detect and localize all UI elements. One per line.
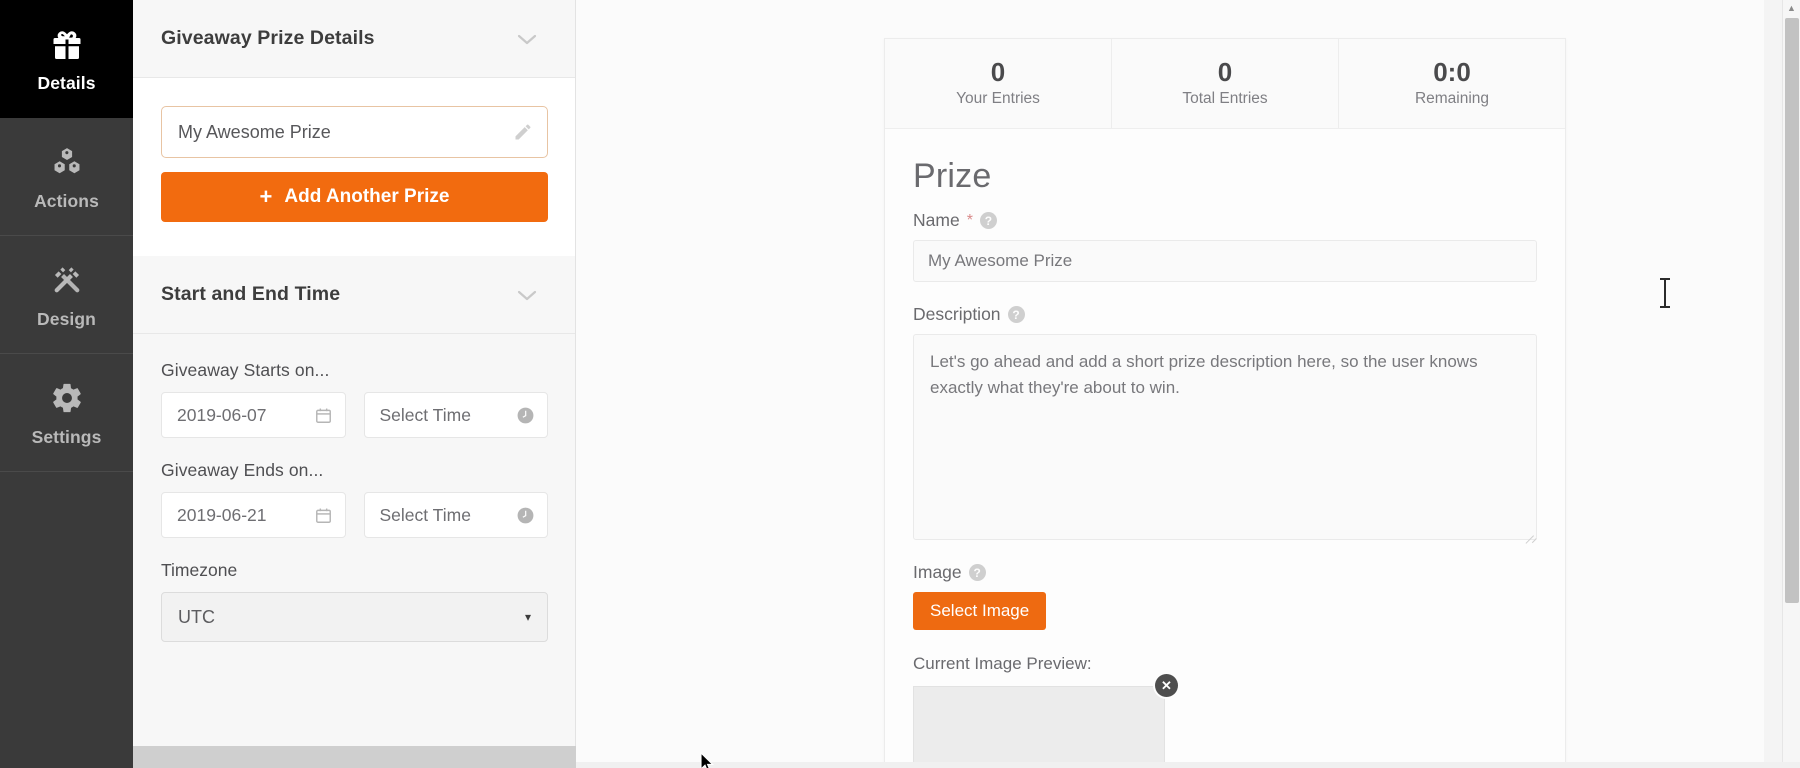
section-header-prize-details[interactable]: Giveaway Prize Details	[133, 0, 575, 78]
prize-name-input[interactable]: My Awesome Prize	[161, 106, 548, 158]
sidebar-item-label: Actions	[34, 190, 99, 211]
description-label-text: Description	[913, 304, 1001, 324]
end-time-input[interactable]: Select Time	[363, 492, 548, 538]
help-icon[interactable]: ?	[968, 564, 986, 581]
settings-panel-inner: Giveaway Prize Details My Awesome Prize	[133, 0, 575, 672]
giveaway-preview-card: 0 Your Entries 0 Total Entries 0:0 Remai…	[884, 38, 1566, 768]
sidebar-item-label: Design	[37, 308, 96, 329]
panel-bottom-strip	[133, 746, 576, 768]
current-image-preview: ✕	[913, 674, 1178, 768]
edit-pencil-icon[interactable]	[513, 122, 533, 142]
mouse-cursor-icon	[700, 752, 714, 768]
giveaway-ends-label: Giveaway Ends on...	[161, 460, 324, 480]
giveaway-starts-label: Giveaway Starts on...	[161, 360, 330, 380]
chevron-down-icon[interactable]	[516, 288, 538, 302]
counter-value: 0	[990, 57, 1006, 87]
description-field-label: Description ?	[913, 304, 1537, 325]
prize-form: Prize Name * ? My Awesome Prize Descript…	[885, 129, 1565, 768]
calendar-icon[interactable]	[314, 406, 333, 425]
end-time-placeholder: Select Time	[379, 504, 471, 525]
select-image-button[interactable]: Select Image	[913, 592, 1047, 630]
plus-icon: +	[259, 184, 273, 209]
counter-your-entries: 0 Your Entries	[885, 39, 1111, 128]
end-date-value: 2019-06-21	[177, 504, 267, 525]
rail-filler	[0, 472, 133, 768]
counter-caption: Total Entries	[1182, 90, 1268, 107]
add-another-prize-button[interactable]: + Add Another Prize	[161, 172, 548, 222]
gear-icon	[47, 378, 87, 418]
sidebar-item-details[interactable]: Details	[0, 0, 133, 118]
section-title: Giveaway Prize Details	[161, 27, 375, 49]
start-time-input[interactable]: Select Time	[363, 392, 548, 438]
tools-icon	[47, 260, 87, 300]
sidebar-item-settings[interactable]: Settings	[0, 354, 133, 472]
page-scrollbar[interactable]: ▲	[1782, 0, 1800, 768]
help-icon[interactable]: ?	[1007, 306, 1025, 323]
add-another-prize-label: Add Another Prize	[284, 186, 450, 207]
counter-value: 0	[1217, 57, 1233, 87]
timezone-label: Timezone	[161, 560, 238, 580]
page-bottom-strip	[576, 762, 1800, 768]
sidebar-item-label: Settings	[31, 426, 102, 447]
textarea-resize-handle[interactable]	[1522, 525, 1534, 537]
counter-total-entries: 0 Total Entries	[1111, 39, 1338, 128]
caret-down-icon: ▾	[524, 610, 531, 624]
scroll-up-arrow-icon[interactable]: ▲	[1783, 0, 1800, 16]
section-body-prize-details: My Awesome Prize + Add Another Prize	[133, 78, 575, 256]
start-date-input[interactable]: 2019-06-07	[161, 392, 346, 438]
chevron-down-icon[interactable]	[516, 32, 538, 46]
settings-panel: Giveaway Prize Details My Awesome Prize	[133, 0, 576, 768]
prize-name-field[interactable]: My Awesome Prize	[913, 240, 1537, 282]
remove-image-icon[interactable]: ✕	[1155, 674, 1178, 697]
start-date-value: 2019-06-07	[177, 404, 267, 425]
end-datetime-row: 2019-06-21 Select Time	[161, 492, 548, 538]
giveaway-preview-area: 0 Your Entries 0 Total Entries 0:0 Remai…	[576, 0, 1800, 768]
blocks-icon	[47, 142, 87, 182]
scrollbar-thumb[interactable]	[1785, 18, 1799, 603]
help-icon[interactable]: ?	[979, 212, 997, 229]
counter-caption: Your Entries	[956, 90, 1040, 107]
calendar-icon[interactable]	[314, 506, 333, 525]
sidebar-item-label: Details	[37, 72, 96, 93]
prize-description-value: Let's go ahead and add a short prize des…	[930, 352, 1478, 398]
image-field-label: Image ?	[913, 562, 1537, 583]
sidebar-item-actions[interactable]: Actions	[0, 118, 133, 236]
start-datetime-row: 2019-06-07 Select Time	[161, 392, 548, 438]
image-thumbnail	[913, 686, 1165, 768]
prize-description-field[interactable]: Let's go ahead and add a short prize des…	[913, 334, 1537, 540]
left-icon-rail: Details Actions Design Settings	[0, 0, 133, 768]
text-cursor	[1660, 278, 1670, 308]
gift-icon	[47, 24, 87, 64]
required-asterisk: *	[966, 211, 973, 229]
counter-remaining: 0:0 Remaining	[1338, 39, 1565, 128]
section-body-start-end-time: Giveaway Starts on... 2019-06-07 Select …	[133, 334, 575, 672]
counter-caption: Remaining	[1414, 90, 1490, 107]
page-title: Prize	[913, 157, 992, 195]
name-field-label: Name * ?	[913, 210, 1537, 231]
sidebar-item-design[interactable]: Design	[0, 236, 133, 354]
clock-icon[interactable]	[516, 506, 535, 525]
app-root: Details Actions Design Settings Giveaway…	[0, 0, 1800, 768]
current-image-preview-caption: Current Image Preview:	[913, 654, 1092, 673]
name-label-text: Name	[913, 210, 960, 230]
end-date-input[interactable]: 2019-06-21	[161, 492, 346, 538]
clock-icon[interactable]	[516, 406, 535, 425]
counter-value: 0:0	[1433, 57, 1471, 87]
start-time-placeholder: Select Time	[379, 404, 471, 425]
image-label-text: Image	[913, 562, 962, 582]
section-header-start-end-time[interactable]: Start and End Time	[133, 256, 575, 334]
timezone-select[interactable]: UTC ▾	[161, 592, 548, 642]
section-title: Start and End Time	[161, 283, 341, 305]
entry-counters: 0 Your Entries 0 Total Entries 0:0 Remai…	[885, 39, 1565, 129]
prize-name-field-value: My Awesome Prize	[928, 251, 1073, 270]
timezone-value: UTC	[178, 606, 215, 627]
prize-name-value: My Awesome Prize	[178, 121, 331, 142]
